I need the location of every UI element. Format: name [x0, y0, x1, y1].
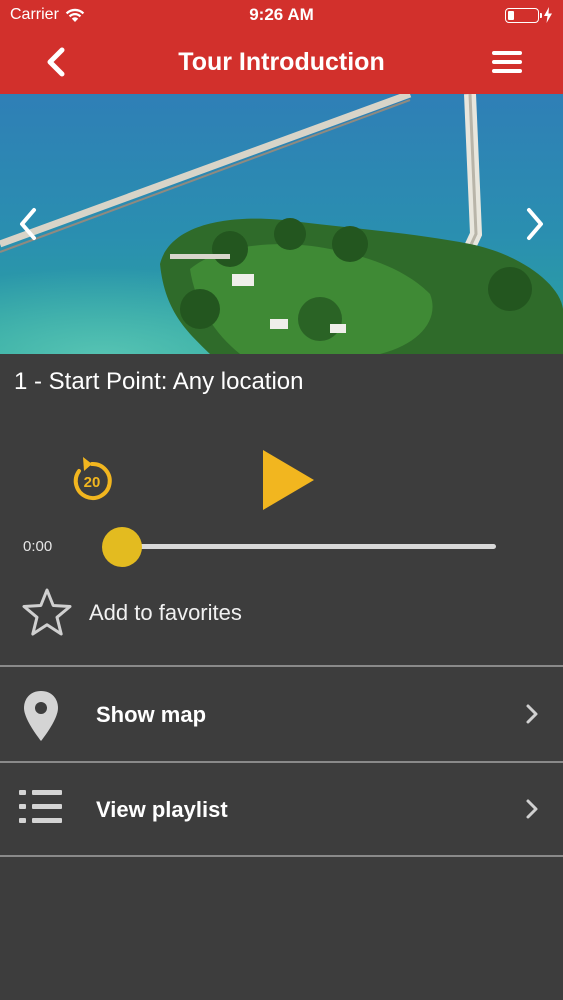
current-time: 0:00 — [23, 538, 53, 555]
favorites-label: Add to favorites — [89, 600, 242, 625]
navigation-bar: Tour Introduction — [0, 30, 563, 94]
play-button[interactable] — [258, 447, 320, 513]
rewind-seconds: 20 — [83, 474, 101, 491]
page-title: Tour Introduction — [178, 47, 385, 76]
status-left: Carrier — [10, 6, 85, 24]
aerial-bridge-island-photo — [0, 94, 563, 354]
chevron-right-icon — [527, 208, 543, 240]
track-title: 1 - Start Point: Any location — [14, 368, 304, 395]
show-map-row[interactable]: Show map — [0, 667, 563, 761]
hero-image — [0, 94, 563, 354]
chevron-left-icon — [47, 47, 65, 77]
add-to-favorites-button[interactable]: Add to favorites — [0, 584, 563, 664]
hero-next-button[interactable] — [515, 204, 555, 244]
star-outline-icon — [22, 588, 72, 636]
charging-bolt-icon — [544, 7, 552, 23]
back-button[interactable] — [38, 44, 74, 80]
hero-previous-button[interactable] — [8, 204, 48, 244]
map-pin-icon — [24, 691, 58, 741]
menu-button[interactable] — [489, 46, 525, 78]
wifi-icon — [65, 8, 85, 22]
carrier-label: Carrier — [10, 6, 59, 23]
divider — [0, 855, 563, 857]
progress-thumb[interactable] — [102, 527, 142, 567]
chevron-right-icon — [526, 704, 538, 724]
show-map-label: Show map — [96, 702, 207, 727]
list-icon — [19, 790, 62, 823]
view-playlist-label: View playlist — [96, 797, 228, 822]
status-bar: Carrier 9:26 AM — [0, 0, 563, 30]
battery-icon — [505, 7, 542, 23]
view-playlist-row[interactable]: View playlist — [0, 763, 563, 857]
progress-track[interactable] — [120, 544, 496, 549]
play-icon — [263, 450, 314, 510]
status-right — [505, 7, 553, 23]
rewind-button[interactable]: 20 — [70, 455, 114, 503]
chevron-right-icon — [526, 799, 538, 819]
chevron-left-icon — [20, 208, 36, 240]
hamburger-menu-icon — [492, 51, 522, 55]
